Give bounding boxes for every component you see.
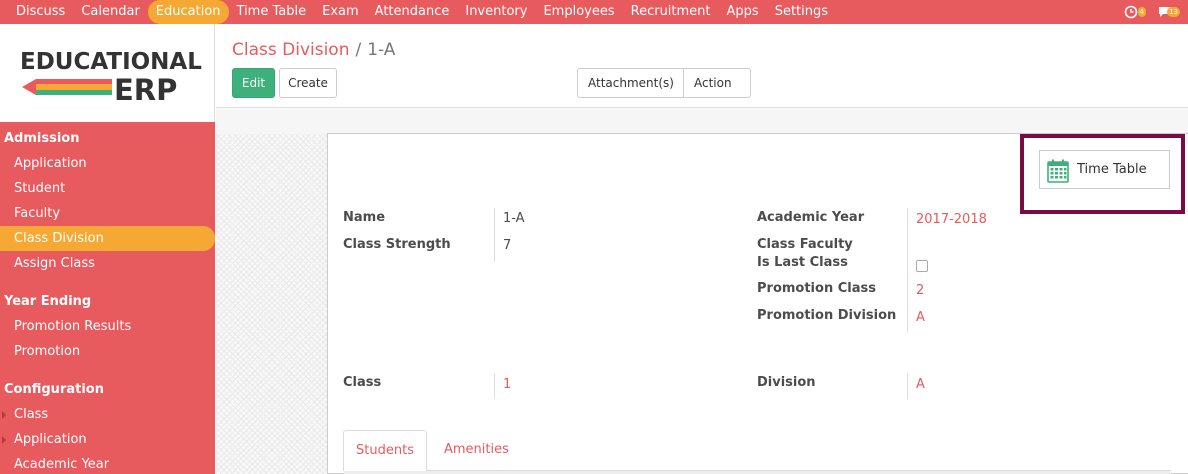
caret-right-icon bbox=[2, 411, 6, 419]
sidebar-actions: Attachment(s) Action bbox=[577, 68, 751, 114]
promotion-class-label: Promotion Class bbox=[757, 281, 876, 296]
promotion-class-link[interactable]: 2 bbox=[916, 283, 924, 298]
academic-year-label: Academic Year bbox=[757, 210, 865, 225]
sidebar-item-class[interactable]: Class bbox=[0, 402, 215, 427]
tab-students[interactable]: Students bbox=[343, 430, 427, 471]
menu-apps[interactable]: Apps bbox=[719, 0, 767, 24]
menu-discuss[interactable]: Discuss bbox=[8, 0, 73, 24]
menu-inventory[interactable]: Inventory bbox=[457, 0, 535, 24]
control-panel: Class Division /1-A Edit Create Attachmen… bbox=[216, 24, 1188, 114]
systray: 4 13 bbox=[1124, 0, 1182, 24]
menu-time-table[interactable]: Time Table bbox=[229, 0, 315, 24]
sidebar-item-student[interactable]: Student bbox=[0, 176, 215, 201]
menu-attendance[interactable]: Attendance bbox=[367, 0, 458, 24]
class-link[interactable]: 1 bbox=[503, 377, 511, 392]
sidebar-section-admission: Admission bbox=[4, 131, 80, 146]
sidebar-item-assign-class[interactable]: Assign Class bbox=[0, 251, 215, 276]
hatched-margin bbox=[216, 134, 328, 474]
sidebar-item-promotion-results[interactable]: Promotion Results bbox=[0, 314, 215, 339]
menu-calendar[interactable]: Calendar bbox=[73, 0, 147, 24]
sidebar-section-configuration: Configuration bbox=[4, 382, 104, 397]
menu-recruitment[interactable]: Recruitment bbox=[623, 0, 719, 24]
message-count-badge: 13 bbox=[1167, 7, 1180, 17]
breadcrumb-parent-link[interactable]: Class Division bbox=[232, 40, 349, 60]
menu-exam[interactable]: Exam bbox=[314, 0, 367, 24]
activity-count-badge: 4 bbox=[1137, 7, 1146, 17]
sidebar-item-class-division[interactable]: Class Division bbox=[0, 226, 215, 251]
app-logo[interactable]: EDUCATIONAL ERP bbox=[0, 24, 215, 122]
main-menu: Discuss Calendar Education Time Table Ex… bbox=[8, 0, 836, 24]
educational-erp-logo: EDUCATIONAL ERP bbox=[20, 49, 202, 107]
breadcrumb-separator: / bbox=[355, 40, 362, 60]
action-label: Action bbox=[694, 76, 732, 90]
sidebar-item-config-application[interactable]: Application bbox=[0, 427, 215, 452]
class-label: Class bbox=[343, 375, 382, 390]
menu-education[interactable]: Education bbox=[147, 0, 229, 24]
attachments-label: Attachment(s) bbox=[588, 76, 674, 90]
class-faculty-label: Class Faculty bbox=[757, 237, 853, 252]
sidebar: Admission Application Student Faculty Cl… bbox=[0, 122, 215, 474]
sidebar-item-faculty[interactable]: Faculty bbox=[0, 201, 215, 226]
svg-text:EDUCATIONAL: EDUCATIONAL bbox=[20, 49, 202, 75]
field-separator bbox=[907, 373, 908, 399]
menu-employees[interactable]: Employees bbox=[535, 0, 622, 24]
sidebar-item-label: Application bbox=[14, 432, 87, 447]
messages-notification[interactable]: 13 bbox=[1158, 4, 1180, 20]
action-dropdown[interactable]: Action bbox=[684, 68, 751, 114]
svg-text:ERP: ERP bbox=[114, 73, 177, 107]
breadcrumb: Class Division /1-A bbox=[232, 40, 395, 60]
attachments-dropdown[interactable]: Attachment(s) bbox=[577, 68, 684, 114]
time-table-smart-button[interactable]: Time Table bbox=[1039, 150, 1170, 189]
time-table-label: Time Table bbox=[1077, 162, 1147, 177]
sidebar-item-academic-year[interactable]: Academic Year bbox=[0, 452, 215, 474]
class-strength-label: Class Strength bbox=[343, 237, 451, 252]
field-separator bbox=[494, 208, 495, 262]
promotion-division-label: Promotion Division bbox=[757, 308, 897, 323]
menu-settings[interactable]: Settings bbox=[767, 0, 836, 24]
create-button[interactable]: Create bbox=[279, 68, 337, 98]
breadcrumb-current: 1-A bbox=[367, 40, 396, 60]
is-last-class-label: Is Last Class bbox=[757, 255, 848, 270]
top-navbar: Discuss Calendar Education Time Table Ex… bbox=[0, 0, 1188, 24]
field-separator bbox=[494, 373, 495, 399]
academic-year-link[interactable]: 2017-2018 bbox=[916, 212, 987, 227]
name-value: 1-A bbox=[503, 211, 525, 226]
edit-button[interactable]: Edit bbox=[232, 68, 275, 98]
sidebar-item-label: Class bbox=[14, 407, 49, 422]
division-label: Division bbox=[757, 375, 816, 390]
calendar-icon bbox=[1047, 159, 1069, 183]
is-last-class-checkbox[interactable] bbox=[916, 260, 928, 272]
promotion-division-link[interactable]: A bbox=[916, 310, 925, 325]
class-strength-value: 7 bbox=[503, 238, 512, 253]
division-link[interactable]: A bbox=[916, 377, 925, 392]
tab-amenities[interactable]: Amenities bbox=[444, 430, 509, 471]
sidebar-section-year-ending: Year Ending bbox=[4, 294, 92, 309]
clock-icon bbox=[1124, 5, 1138, 19]
sidebar-item-application[interactable]: Application bbox=[0, 151, 215, 176]
caret-right-icon bbox=[2, 436, 6, 444]
field-separator bbox=[907, 208, 908, 332]
name-label: Name bbox=[343, 210, 386, 225]
activity-notification[interactable]: 4 bbox=[1124, 4, 1146, 20]
sidebar-item-promotion[interactable]: Promotion bbox=[0, 339, 215, 364]
